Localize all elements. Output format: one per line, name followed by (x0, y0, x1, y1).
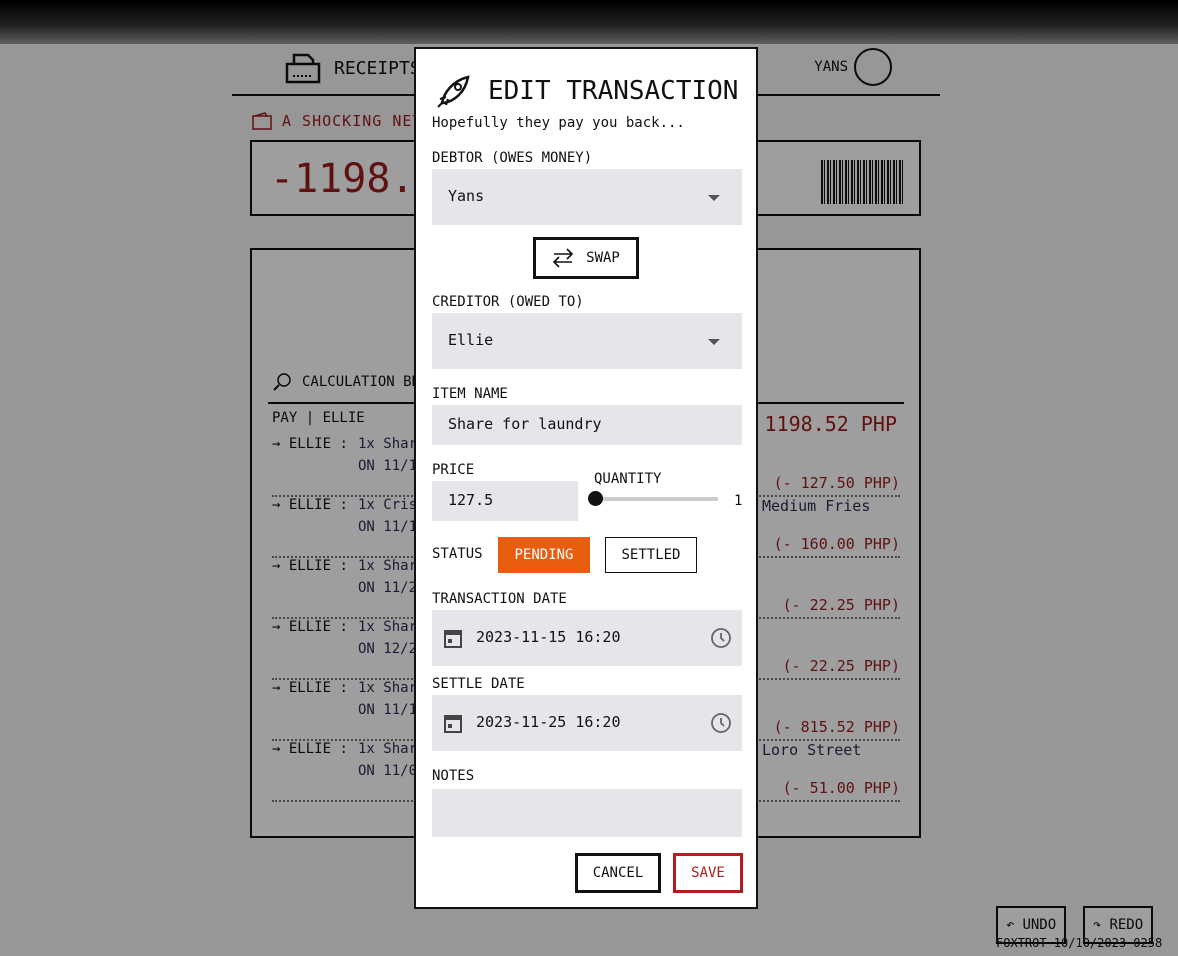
calendar-icon (444, 630, 462, 648)
status-settled-button[interactable]: SETTLED (605, 537, 697, 573)
dialog-title-text: EDIT TRANSACTION (488, 76, 739, 106)
quantity-value: 1 (734, 493, 743, 509)
dialog-title: EDIT TRANSACTION (434, 71, 738, 111)
calendar-icon (444, 715, 462, 733)
rocket-icon (437, 75, 470, 108)
creditor-value: Ellie (448, 331, 494, 349)
item-name-value: Share for laundry (448, 415, 602, 433)
swap-button[interactable]: SWAP (533, 237, 639, 279)
notes-textarea[interactable] (432, 789, 742, 837)
item-name-input[interactable]: Share for laundry (432, 405, 742, 445)
swap-arrows-icon (553, 248, 574, 268)
status-pending-button[interactable]: PENDING (498, 537, 590, 573)
clock-icon[interactable] (710, 627, 732, 649)
settle-date-value: 2023-11-25 16:20 (476, 713, 621, 731)
creditor-select[interactable]: Ellie (432, 313, 742, 369)
price-input[interactable]: 127.5 (432, 481, 578, 521)
creditor-label: CREDITOR (OWED TO) (432, 294, 584, 310)
item-name-label: ITEM NAME (432, 386, 508, 402)
debtor-select[interactable]: Yans (432, 169, 742, 225)
transaction-date-field[interactable]: 2023-11-15 16:20 (432, 610, 742, 666)
swap-label: SWAP (586, 250, 620, 266)
price-value: 127.5 (448, 491, 494, 509)
chevron-down-icon (708, 195, 720, 201)
save-button[interactable]: SAVE (673, 853, 743, 893)
notes-label: NOTES (432, 768, 475, 784)
quantity-label: QUANTITY (594, 471, 662, 487)
cancel-button[interactable]: CANCEL (575, 853, 661, 893)
transaction-date-label: TRANSACTION DATE (432, 591, 567, 607)
quantity-slider[interactable] (588, 491, 718, 506)
status-label: STATUS (432, 546, 483, 562)
clock-icon[interactable] (710, 712, 732, 734)
debtor-label: DEBTOR (OWES MONEY) (432, 150, 593, 166)
dialog-subtitle: Hopefully they pay you back... (432, 115, 685, 131)
edit-transaction-dialog: EDIT TRANSACTION Hopefully they pay you … (414, 47, 758, 909)
price-label: PRICE (432, 462, 475, 478)
slider-handle[interactable] (588, 491, 603, 506)
settle-date-label: SETTLE DATE (432, 676, 525, 692)
settle-date-field[interactable]: 2023-11-25 16:20 (432, 695, 742, 751)
chevron-down-icon (708, 339, 720, 345)
transaction-date-value: 2023-11-15 16:20 (476, 628, 621, 646)
debtor-value: Yans (448, 187, 485, 205)
